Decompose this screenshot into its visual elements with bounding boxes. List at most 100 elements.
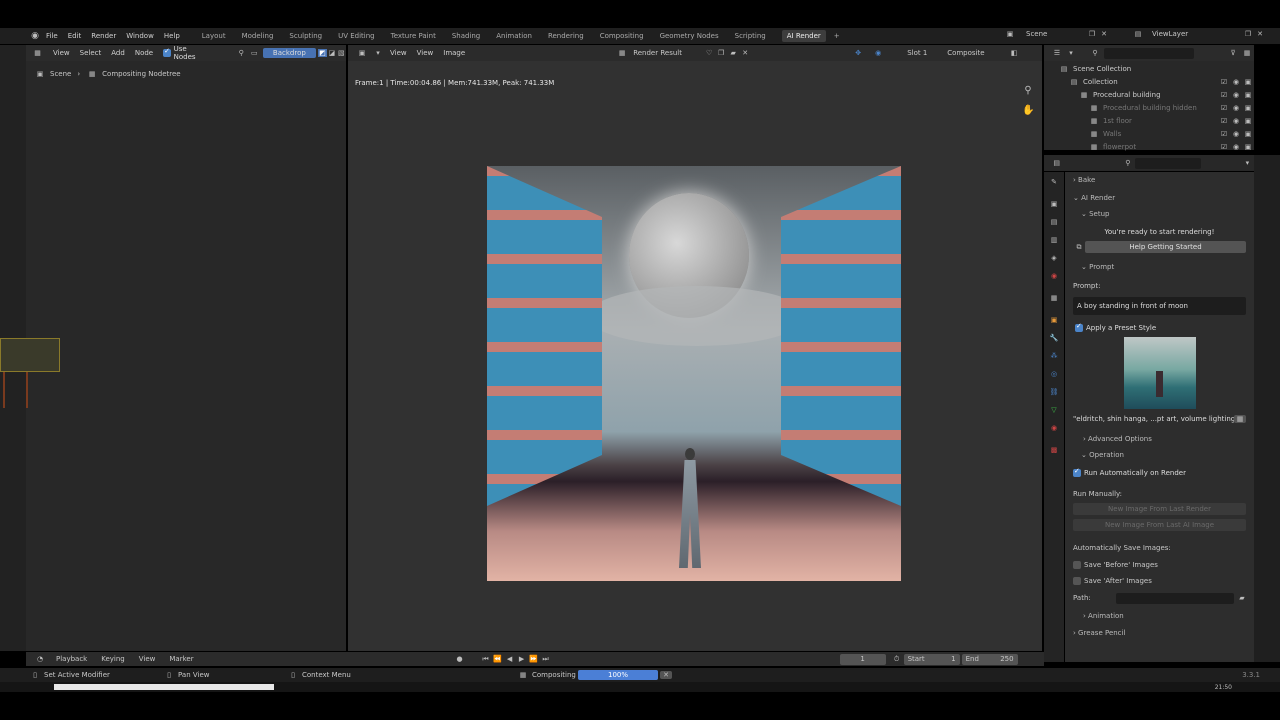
- use-nodes-checkbox[interactable]: [163, 47, 171, 57]
- menu-select[interactable]: Select: [80, 49, 102, 57]
- eye-icon[interactable]: ◉: [1230, 102, 1242, 115]
- menu-view[interactable]: View: [139, 655, 156, 663]
- menu-playback[interactable]: Playback: [56, 655, 87, 663]
- preset-browse-icon[interactable]: ▦: [1234, 415, 1246, 423]
- start-frame-field[interactable]: Start 1: [903, 653, 960, 665]
- section-grease-pencil[interactable]: › Grease Pencil: [1065, 625, 1254, 641]
- tab-geometry-nodes[interactable]: Geometry Nodes: [660, 32, 719, 40]
- close-icon[interactable]: ✕: [1254, 30, 1266, 38]
- eye-icon[interactable]: ◉: [1230, 89, 1242, 102]
- current-frame-field[interactable]: 1: [839, 653, 886, 665]
- gizmo-icon[interactable]: ✥: [851, 49, 865, 57]
- play-icon[interactable]: ▶: [516, 655, 528, 663]
- particles-tab-icon[interactable]: ⁂: [1051, 352, 1058, 370]
- overlay-icon[interactable]: ◉: [871, 49, 885, 57]
- add-workspace-icon[interactable]: +: [834, 32, 840, 40]
- tab-layout[interactable]: Layout: [202, 32, 226, 40]
- tab-rendering[interactable]: Rendering: [548, 32, 584, 40]
- fake-user-icon[interactable]: ♡: [703, 49, 715, 57]
- layer-field[interactable]: Composite: [947, 49, 1003, 57]
- data-tab-icon[interactable]: ▽: [1051, 406, 1056, 424]
- editor-type-icon[interactable]: ▦: [30, 49, 45, 57]
- menu-image[interactable]: Image: [443, 49, 465, 57]
- node-editor[interactable]: ▦ View Select Add Node Use Nodes ⚲ ▭ Bac…: [26, 45, 346, 651]
- folder-icon[interactable]: ▰: [1236, 594, 1248, 602]
- path-input[interactable]: [1116, 592, 1234, 604]
- next-keyframe-icon[interactable]: ⏩: [528, 655, 540, 663]
- menu-view[interactable]: View: [390, 49, 407, 57]
- menu-marker[interactable]: Marker: [169, 655, 193, 663]
- eye-icon[interactable]: ◉: [1230, 115, 1242, 128]
- section-bake[interactable]: › Bake: [1065, 172, 1254, 188]
- zoom-icon[interactable]: ⚲: [1022, 85, 1034, 96]
- prev-keyframe-icon[interactable]: ⏪: [492, 655, 504, 663]
- outliner-item[interactable]: ▤ Collection ☑ ◉ ▣: [1044, 76, 1254, 89]
- menu-view-2[interactable]: View: [417, 49, 434, 57]
- new-image-icon[interactable]: ❐: [715, 49, 727, 57]
- camera-icon[interactable]: ▣: [1242, 89, 1254, 102]
- image-browse-icon[interactable]: ▦: [615, 49, 629, 57]
- outliner[interactable]: ☰ ▾ ⚲ ⊽ ▦ ▤ Scene Collection ▤ Collection ☑ ◉…: [1044, 45, 1254, 151]
- menu-render[interactable]: Render: [91, 32, 116, 40]
- jump-end-icon[interactable]: ⏭: [540, 655, 552, 664]
- tab-texture-paint[interactable]: Texture Paint: [391, 32, 436, 40]
- open-image-icon[interactable]: ▰: [727, 49, 739, 57]
- preset-preview-image[interactable]: [1123, 337, 1196, 409]
- tab-shading[interactable]: Shading: [452, 32, 480, 40]
- world-tab-icon[interactable]: ◉: [1051, 272, 1057, 294]
- outliner-item[interactable]: ▦ flowerpot ☑ ◉ ▣: [1044, 141, 1254, 154]
- checkbox-icon[interactable]: ☑: [1218, 141, 1230, 154]
- slot-icon[interactable]: ▭: [248, 49, 261, 57]
- blender-logo-icon[interactable]: ◉: [28, 31, 42, 41]
- pin-icon[interactable]: ⚲: [235, 49, 248, 57]
- save-before-checkbox[interactable]: [1073, 561, 1081, 569]
- save-after-checkbox[interactable]: [1073, 577, 1081, 585]
- tool-tab-icon[interactable]: ✎: [1051, 178, 1057, 200]
- view-layer-tab-icon[interactable]: ▥: [1051, 236, 1058, 254]
- checkbox-icon[interactable]: ☑: [1218, 115, 1230, 128]
- viewlayer-selector[interactable]: ▤ ViewLayer ❐ ✕: [1132, 30, 1266, 38]
- tab-uv-editing[interactable]: UV Editing: [338, 32, 375, 40]
- editor-type-icon[interactable]: ☰: [1050, 49, 1064, 57]
- search-icon[interactable]: ⚲: [1121, 159, 1134, 167]
- slot-field[interactable]: Slot 1: [907, 49, 941, 57]
- new-image-from-last-render-button[interactable]: New Image From Last Render: [1073, 503, 1246, 515]
- output-tab-icon[interactable]: ▤: [1051, 218, 1058, 236]
- tab-scripting[interactable]: Scripting: [735, 32, 766, 40]
- section-operation[interactable]: ⌄ Operation: [1065, 447, 1254, 463]
- editor-type-icon[interactable]: ▤: [1050, 159, 1063, 167]
- backdrop-button[interactable]: Backdrop: [262, 48, 316, 58]
- apply-preset-checkbox[interactable]: [1075, 322, 1083, 332]
- collection-tab-icon[interactable]: ▦: [1051, 294, 1058, 316]
- filter-icon[interactable]: ⊽: [1226, 49, 1240, 57]
- menu-window[interactable]: Window: [126, 32, 154, 40]
- stopwatch-icon[interactable]: ⏱: [890, 655, 904, 664]
- section-advanced-options[interactable]: › Advanced Options: [1065, 431, 1254, 447]
- checkbox-icon[interactable]: ☑: [1218, 89, 1230, 102]
- editor-type-icon[interactable]: ▣: [354, 49, 370, 57]
- properties-search-input[interactable]: [1134, 157, 1201, 169]
- render-tab-icon[interactable]: ▣: [1051, 200, 1058, 218]
- eye-icon[interactable]: ◉: [1230, 76, 1242, 89]
- channel-icon[interactable]: ◪: [327, 49, 336, 57]
- material-tab-icon[interactable]: ◉: [1051, 424, 1057, 446]
- view-mode-icon[interactable]: ▾: [370, 49, 386, 57]
- menu-view[interactable]: View: [53, 49, 70, 57]
- copy-icon[interactable]: ❐: [1242, 30, 1254, 38]
- run-automatically-checkbox[interactable]: [1073, 467, 1081, 477]
- tab-compositing[interactable]: Compositing: [600, 32, 644, 40]
- menu-edit[interactable]: Edit: [68, 32, 82, 40]
- pin-icon[interactable]: ▾: [1241, 159, 1254, 167]
- object-tab-icon[interactable]: ▣: [1051, 316, 1058, 334]
- section-animation[interactable]: › Animation: [1065, 608, 1254, 624]
- eye-icon[interactable]: ◉: [1230, 141, 1242, 154]
- menu-help[interactable]: Help: [164, 32, 180, 40]
- taskbar-search-box[interactable]: [54, 684, 274, 690]
- outliner-item[interactable]: ▦ Walls ☑ ◉ ▣: [1044, 128, 1254, 141]
- new-collection-icon[interactable]: ▦: [1240, 49, 1254, 57]
- scene-selector[interactable]: ▣ Scene ❐ ✕: [1004, 30, 1110, 38]
- tab-sculpting[interactable]: Sculpting: [289, 32, 322, 40]
- play-reverse-icon[interactable]: ◀: [504, 655, 516, 663]
- image-name-field[interactable]: Render Result: [633, 49, 703, 57]
- camera-icon[interactable]: ▣: [1242, 102, 1254, 115]
